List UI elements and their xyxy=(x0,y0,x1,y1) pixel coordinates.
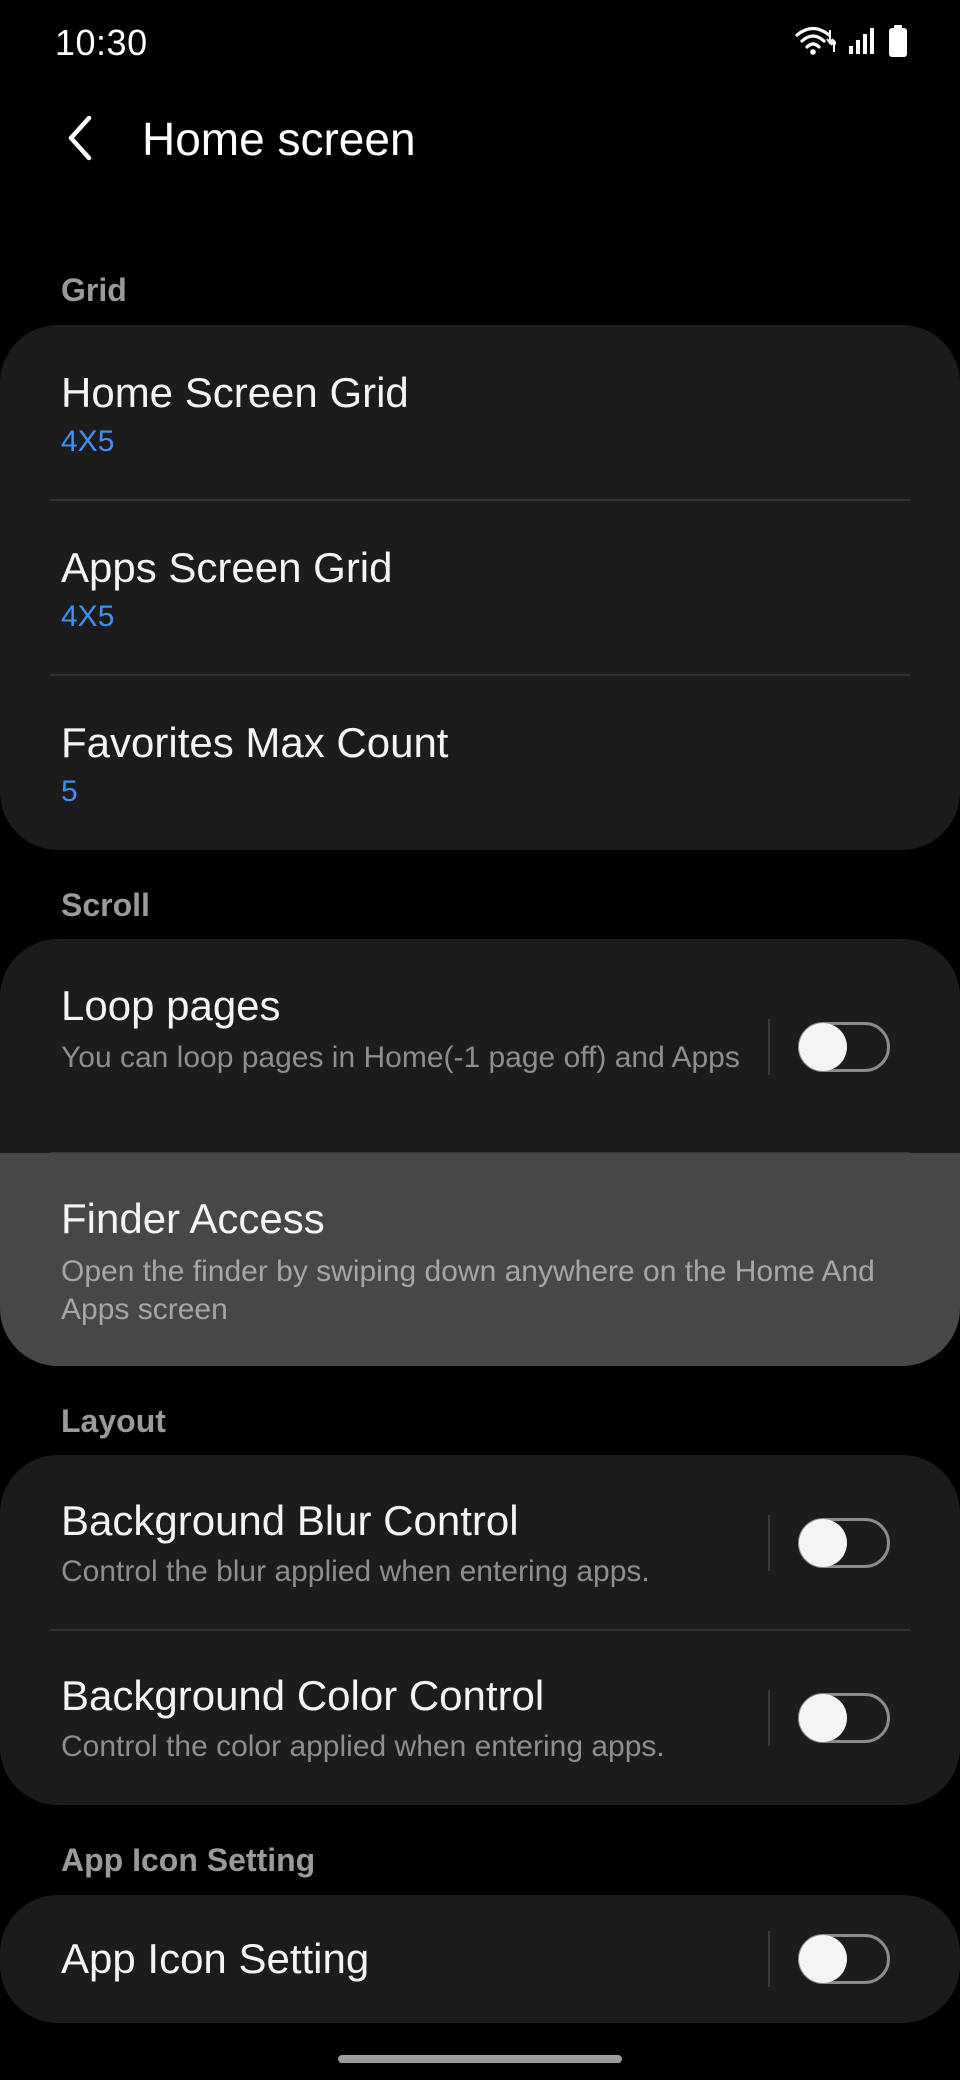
row-title: Background Blur Control xyxy=(61,1497,519,1544)
page-title: Home screen xyxy=(142,113,416,165)
app-bar: Home screen xyxy=(0,92,960,222)
grid-card: Home Screen Grid 4X5 Apps Screen Grid 4X… xyxy=(0,325,960,850)
section-header-app-icon: App Icon Setting xyxy=(61,1842,316,1878)
row-title: Favorites Max Count xyxy=(61,719,449,766)
app-icon-toggle[interactable] xyxy=(798,1934,890,1984)
row-title: App Icon Setting xyxy=(61,1935,370,1982)
row-title: Apps Screen Grid xyxy=(61,544,393,591)
row-value: 5 xyxy=(61,775,78,808)
setting-loop-pages[interactable]: Loop pages You can loop pages in Home(-1… xyxy=(0,939,960,1154)
setting-apps-screen-grid[interactable]: Apps Screen Grid 4X5 xyxy=(0,500,960,676)
vertical-separator xyxy=(768,1019,770,1075)
toggle-knob xyxy=(799,1694,847,1742)
setting-finder-access[interactable]: Finder Access Open the finder by swiping… xyxy=(0,1153,960,1366)
row-title: Finder Access xyxy=(61,1195,325,1242)
status-bar: 10:30 xyxy=(0,0,960,92)
setting-favorites-max-count[interactable]: Favorites Max Count 5 xyxy=(0,675,960,850)
status-time: 10:30 xyxy=(55,22,148,63)
section-header-layout: Layout xyxy=(61,1403,166,1439)
section-header-scroll: Scroll xyxy=(61,887,150,923)
row-value: 4X5 xyxy=(61,425,115,458)
toggle-knob xyxy=(799,1519,847,1567)
status-icons xyxy=(794,24,908,63)
row-summary: Open the finder by swiping down anywhere… xyxy=(61,1255,875,1326)
vertical-separator xyxy=(768,1690,770,1746)
chevron-left-icon xyxy=(65,114,95,167)
row-title: Background Color Control xyxy=(61,1672,545,1719)
layout-card: Background Blur Control Control the blur… xyxy=(0,1455,960,1805)
loop-pages-toggle[interactable] xyxy=(798,1022,890,1072)
row-title: Loop pages xyxy=(61,982,281,1029)
vertical-separator xyxy=(768,1515,770,1571)
back-button[interactable] xyxy=(50,110,110,170)
toggle-knob xyxy=(799,1935,847,1983)
vertical-separator xyxy=(768,1931,770,1987)
section-header-grid: Grid xyxy=(61,272,127,308)
battery-icon xyxy=(888,24,908,63)
home-indicator[interactable] xyxy=(338,2055,622,2063)
signal-icon xyxy=(848,26,876,61)
row-title: Home Screen Grid xyxy=(61,369,409,416)
wifi-icon xyxy=(794,24,838,63)
background-blur-toggle[interactable] xyxy=(798,1518,890,1568)
setting-app-icon-setting[interactable]: App Icon Setting xyxy=(0,1895,960,2023)
app-icon-card: App Icon Setting xyxy=(0,1895,960,2023)
background-color-toggle[interactable] xyxy=(798,1693,890,1743)
toggle-knob xyxy=(799,1023,847,1071)
setting-background-blur-control[interactable]: Background Blur Control Control the blur… xyxy=(0,1455,960,1631)
row-value: 4X5 xyxy=(61,600,115,633)
setting-home-screen-grid[interactable]: Home Screen Grid 4X5 xyxy=(0,325,960,501)
row-summary: You can loop pages in Home(-1 page off) … xyxy=(61,1041,740,1074)
scroll-card: Loop pages You can loop pages in Home(-1… xyxy=(0,939,960,1366)
setting-background-color-control[interactable]: Background Color Control Control the col… xyxy=(0,1630,960,1805)
row-summary: Control the color applied when entering … xyxy=(61,1730,665,1763)
row-summary: Control the blur applied when entering a… xyxy=(61,1555,650,1588)
